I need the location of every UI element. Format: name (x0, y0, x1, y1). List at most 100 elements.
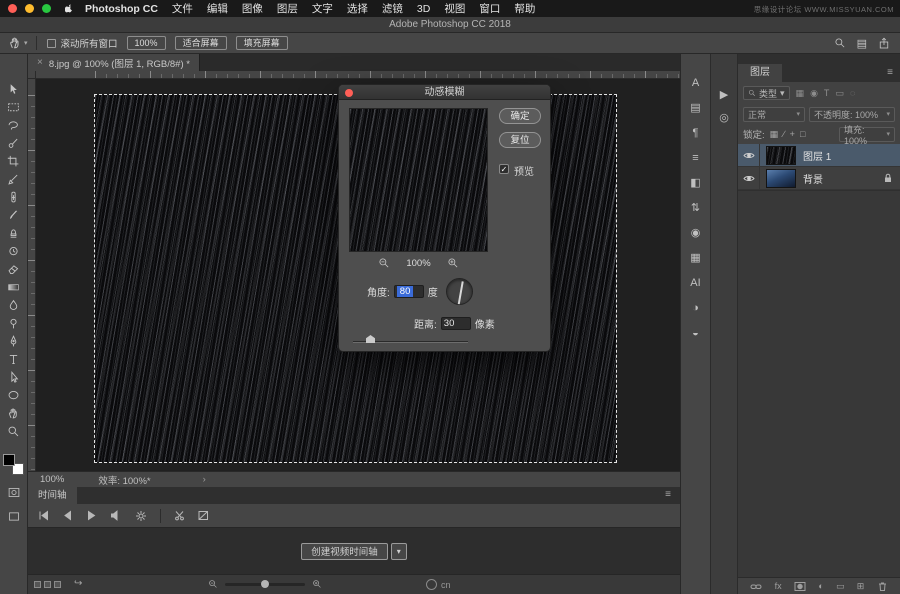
clone-stamp-tool[interactable] (0, 224, 28, 242)
filter-pixel-layers-icon[interactable]: ▦ (796, 88, 805, 99)
menu-3d[interactable]: 3D (417, 3, 430, 15)
status-chevron-icon[interactable]: › (203, 474, 206, 485)
layer-thumbnail[interactable] (766, 169, 796, 188)
crop-tool[interactable] (0, 152, 28, 170)
play-button[interactable] (86, 510, 97, 521)
styles-panel-icon[interactable]: ≡ (681, 145, 711, 170)
tool-preset-chevron-icon[interactable]: ▾ (24, 39, 28, 47)
create-video-timeline-button[interactable]: 创建视频时间轴 (301, 543, 388, 560)
hand-tool[interactable] (0, 404, 28, 422)
spot-healing-tool[interactable] (0, 188, 28, 206)
zoom-in-icon[interactable] (312, 579, 322, 589)
dodge-tool[interactable] (0, 314, 28, 332)
layer-comps-panel-icon[interactable]: ▦ (681, 245, 711, 270)
zoom-slider-thumb[interactable] (261, 580, 269, 588)
quick-selection-tool[interactable] (0, 134, 28, 152)
menu-edit[interactable]: 编辑 (207, 1, 228, 16)
menu-type[interactable]: 文字 (312, 1, 333, 16)
distance-input[interactable]: 30 (441, 317, 471, 330)
angle-input[interactable]: 80 (394, 285, 424, 298)
preview-zoom-out-button[interactable] (378, 257, 390, 269)
apple-menu-icon[interactable] (65, 3, 75, 15)
layer-row-background[interactable]: 背景 (738, 167, 900, 190)
layers-tab[interactable]: 图层 (738, 64, 782, 82)
layer-filter-type-dropdown[interactable]: 类型 ▾ (743, 86, 790, 100)
search-icon[interactable] (834, 37, 846, 49)
filter-smart-objects-icon[interactable]: ◌ (850, 88, 855, 98)
tab-close-button[interactable]: × (37, 57, 43, 68)
menu-app-name[interactable]: Photoshop CC (85, 3, 158, 15)
layer-mask-icon[interactable] (794, 581, 806, 592)
lock-artboard-icon[interactable]: □ (800, 129, 805, 139)
go-to-first-frame-button[interactable] (38, 510, 49, 521)
previous-frame-button[interactable] (62, 510, 73, 521)
preview-checkbox[interactable]: ✓ (499, 164, 509, 174)
zoom-slider-track[interactable] (225, 583, 305, 586)
timeline-zoom-slider[interactable] (208, 579, 322, 589)
filter-adjustment-layers-icon[interactable]: ◉ (810, 88, 818, 99)
link-layers-icon[interactable] (750, 581, 762, 592)
hand-tool-preset[interactable]: ▾ (8, 36, 28, 50)
zoom-out-icon[interactable] (208, 579, 218, 589)
workspace-icon[interactable]: ▤ (857, 37, 867, 50)
layers-menu-icon[interactable]: ≡ (887, 67, 893, 78)
preview-zoom-in-button[interactable] (447, 257, 459, 269)
timeline-settings-button[interactable] (135, 510, 147, 522)
window-minimize-button[interactable] (25, 4, 34, 13)
dialog-close-button[interactable] (345, 89, 353, 97)
menu-file[interactable]: 文件 (172, 1, 193, 16)
reset-button[interactable]: 复位 (499, 132, 541, 148)
foreground-color-swatch[interactable] (3, 454, 15, 466)
history-brush-tool[interactable] (0, 242, 28, 260)
eyedropper-tool[interactable] (0, 170, 28, 188)
menu-select[interactable]: 选择 (347, 1, 368, 16)
pen-tool[interactable] (0, 332, 28, 350)
character-panel-icon[interactable]: A (681, 70, 711, 95)
timeline-tab[interactable]: 时间轴 (28, 487, 77, 504)
lock-image-pixels-icon[interactable]: ∕ (783, 129, 785, 139)
layer-style-icon[interactable]: fx (775, 581, 782, 591)
eraser-tool[interactable] (0, 260, 28, 278)
filter-type-layers-icon[interactable]: T (824, 88, 830, 98)
angle-dial[interactable] (446, 278, 473, 305)
blur-tool[interactable] (0, 296, 28, 314)
channels-panel-icon[interactable]: ⇅ (681, 195, 711, 220)
layer-row-layer1[interactable]: 图层 1 (738, 144, 900, 167)
scroll-all-windows-checkbox[interactable] (47, 39, 56, 48)
menu-window[interactable]: 窗口 (479, 1, 500, 16)
ai-panel-icon[interactable]: AI (681, 270, 711, 295)
share-icon[interactable] (878, 37, 890, 50)
layer-visibility-toggle[interactable] (738, 144, 760, 167)
distance-slider[interactable] (353, 335, 468, 344)
layer-name[interactable]: 图层 1 (803, 148, 831, 163)
3d-panel-icon[interactable]: ◉ (681, 220, 711, 245)
dialog-titlebar[interactable]: 动感模糊 (339, 85, 550, 100)
actions-panel-icon[interactable]: ▶ (720, 88, 728, 101)
ok-button[interactable]: 确定 (499, 108, 541, 124)
fit-screen-button[interactable]: 适合屏幕 (175, 36, 227, 50)
layer-group-icon[interactable]: ▭ (836, 581, 845, 592)
opacity-dropdown[interactable]: 不透明度: 100% ▾ (809, 107, 895, 122)
new-layer-icon[interactable]: ⊞ (857, 581, 865, 592)
lasso-tool[interactable] (0, 116, 28, 134)
gradient-tool[interactable] (0, 278, 28, 296)
delete-layer-icon[interactable] (877, 581, 888, 592)
menu-layer[interactable]: 图层 (277, 1, 298, 16)
menu-image[interactable]: 图像 (242, 1, 263, 16)
type-tool[interactable] (0, 350, 28, 368)
create-timeline-dropdown[interactable]: ▾ (391, 543, 407, 560)
menu-help[interactable]: 帮助 (514, 1, 535, 16)
layer-visibility-toggle[interactable] (738, 167, 760, 190)
split-clip-button[interactable] (174, 510, 185, 521)
adjustment-layer-icon[interactable]: ◐ (818, 581, 823, 591)
screen-mode-button[interactable] (7, 510, 21, 523)
flip-arrow-icon[interactable]: ↪ (74, 578, 82, 589)
document-tab[interactable]: × 8.jpg @ 100% (图层 1, RGB/8#) * (28, 54, 200, 71)
status-zoom-field[interactable]: 100% (40, 474, 64, 485)
menu-view[interactable]: 视图 (444, 1, 465, 16)
rectangular-marquee-tool[interactable] (0, 98, 28, 116)
ellipse-tool[interactable] (0, 386, 28, 404)
history-panel-icon[interactable]: ◎ (719, 111, 729, 124)
timeline-menu-icon[interactable]: ≡ (665, 489, 671, 500)
menu-filter[interactable]: 滤镜 (382, 1, 403, 16)
